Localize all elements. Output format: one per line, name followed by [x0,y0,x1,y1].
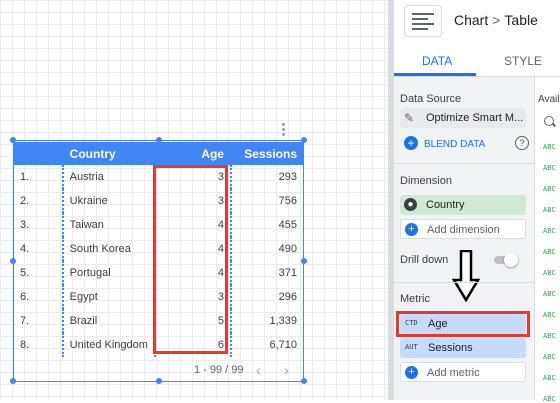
field-type-tag[interactable]: ABC [543,290,556,298]
field-type-tag[interactable]: ABC [543,332,556,340]
row-index-cell: 1. [20,171,30,183]
active-tab-indicator [394,73,476,76]
pencil-icon[interactable]: ✎ [404,111,418,125]
header-index [14,142,63,165]
dimension-label: Country [426,199,465,211]
header-sessions[interactable]: Sessions [229,142,303,165]
table-pagination: 1 - 99 / 99 ‹ › [188,362,302,378]
country-cell: Taiwan [61,213,156,237]
tab-data[interactable]: DATA [422,54,452,68]
add-dimension-button[interactable]: + Add dimension [400,219,526,239]
available-fields-title: Avail [538,94,560,105]
sessions-cell: 296 [229,285,303,309]
sessions-cell: 293 [229,165,303,189]
country-cell: Portugal [61,261,156,285]
field-type-tag[interactable]: ABC [543,185,556,193]
add-metric-button[interactable]: + Add metric [400,362,526,382]
field-type-tag[interactable]: ABC [543,143,556,151]
dimension-title: Dimension [400,175,452,187]
data-source-title: Data Source [400,93,462,105]
row-index-cell: 3. [20,219,30,231]
sessions-cell: 455 [229,213,303,237]
sessions-cell: 1,339 [229,309,303,333]
country-cell: Egypt [61,285,156,309]
country-cell: Ukraine [61,189,156,213]
chevron-left-icon[interactable]: ‹ [256,362,261,378]
drill-down-toggle[interactable] [492,253,520,267]
resize-handle[interactable] [301,378,307,384]
row-index-cell: 7. [20,315,30,327]
country-cell: Austria [61,165,156,189]
data-source-chip[interactable]: ✎ Optimize Smart M... [400,108,526,128]
data-properties: Data Source ✎ Optimize Smart M... + BLEN… [394,77,534,400]
breadcrumb: Chart > Table [454,12,538,28]
breadcrumb-parent: Chart [454,12,489,28]
row-index-cell: 6. [20,291,30,303]
tab-style[interactable]: STYLE [504,54,542,68]
table-chart-icon[interactable] [404,5,442,37]
blend-plus-icon[interactable]: + [404,136,418,150]
age-metric-highlight [396,311,530,337]
dimension-chip-country[interactable]: ● Country [400,195,526,215]
field-type-tag[interactable]: ABC [543,374,556,382]
section-divider [394,163,534,164]
field-type-tag[interactable]: ABC [543,248,556,256]
drag-handle-icon[interactable] [282,123,286,138]
data-source-name: Optimize Smart M... [426,112,524,124]
header-age[interactable]: Age [154,142,231,165]
field-type-tag[interactable]: ABC [543,395,556,403]
plus-icon: + [405,366,418,379]
add-metric-label: Add metric [427,367,480,379]
help-icon[interactable]: ? [515,136,529,150]
field-type-tag[interactable]: ABC [543,227,556,235]
country-cell: South Korea [61,237,156,261]
search-icon[interactable] [544,116,554,126]
field-type-tag[interactable]: ABC [543,353,556,361]
panel-tabs: DATA STYLE [394,44,560,77]
blend-data-link[interactable]: BLEND DATA [424,139,485,150]
sessions-cell: 756 [229,189,303,213]
metric-chip-sessions[interactable]: AUT Sessions [400,338,526,358]
metric-label-sessions: Sessions [428,342,473,354]
section-divider [394,282,534,283]
sessions-cell: 371 [229,261,303,285]
resize-handle[interactable] [10,378,16,384]
plus-icon: + [405,223,418,236]
metric-title: Metric [400,293,430,305]
chevron-right-icon[interactable]: › [284,362,289,378]
country-cell: Brazil [61,309,156,333]
field-type-tag[interactable]: ABC [543,164,556,172]
field-type-tag[interactable]: ABC [543,269,556,277]
age-column-highlight [153,165,228,354]
row-index-cell: 8. [20,339,30,351]
add-dimension-label: Add dimension [427,224,500,236]
metric-type-tag: AUT [405,343,418,351]
field-type-tag[interactable]: ABC [543,206,556,214]
header-country[interactable]: Country [61,142,156,165]
breadcrumb-current: Table [504,12,538,28]
sessions-cell: 6,710 [229,333,303,357]
country-cell: United Kingdom [61,333,156,357]
drill-down-label: Drill down [400,254,449,266]
panel-header: Chart > Table [394,0,560,44]
arrow-down-icon [452,250,480,302]
row-index-cell: 5. [20,267,30,279]
row-index-cell: 4. [20,243,30,255]
table-header-row: Country Age Sessions [14,142,303,165]
resize-handle[interactable] [156,378,162,384]
pagination-range: 1 - 99 / 99 [194,364,244,376]
globe-icon: ● [404,198,417,211]
row-index-cell: 2. [20,195,30,207]
field-type-tag[interactable]: ABC [543,311,556,319]
breadcrumb-separator: > [492,12,501,28]
sessions-cell: 490 [229,237,303,261]
